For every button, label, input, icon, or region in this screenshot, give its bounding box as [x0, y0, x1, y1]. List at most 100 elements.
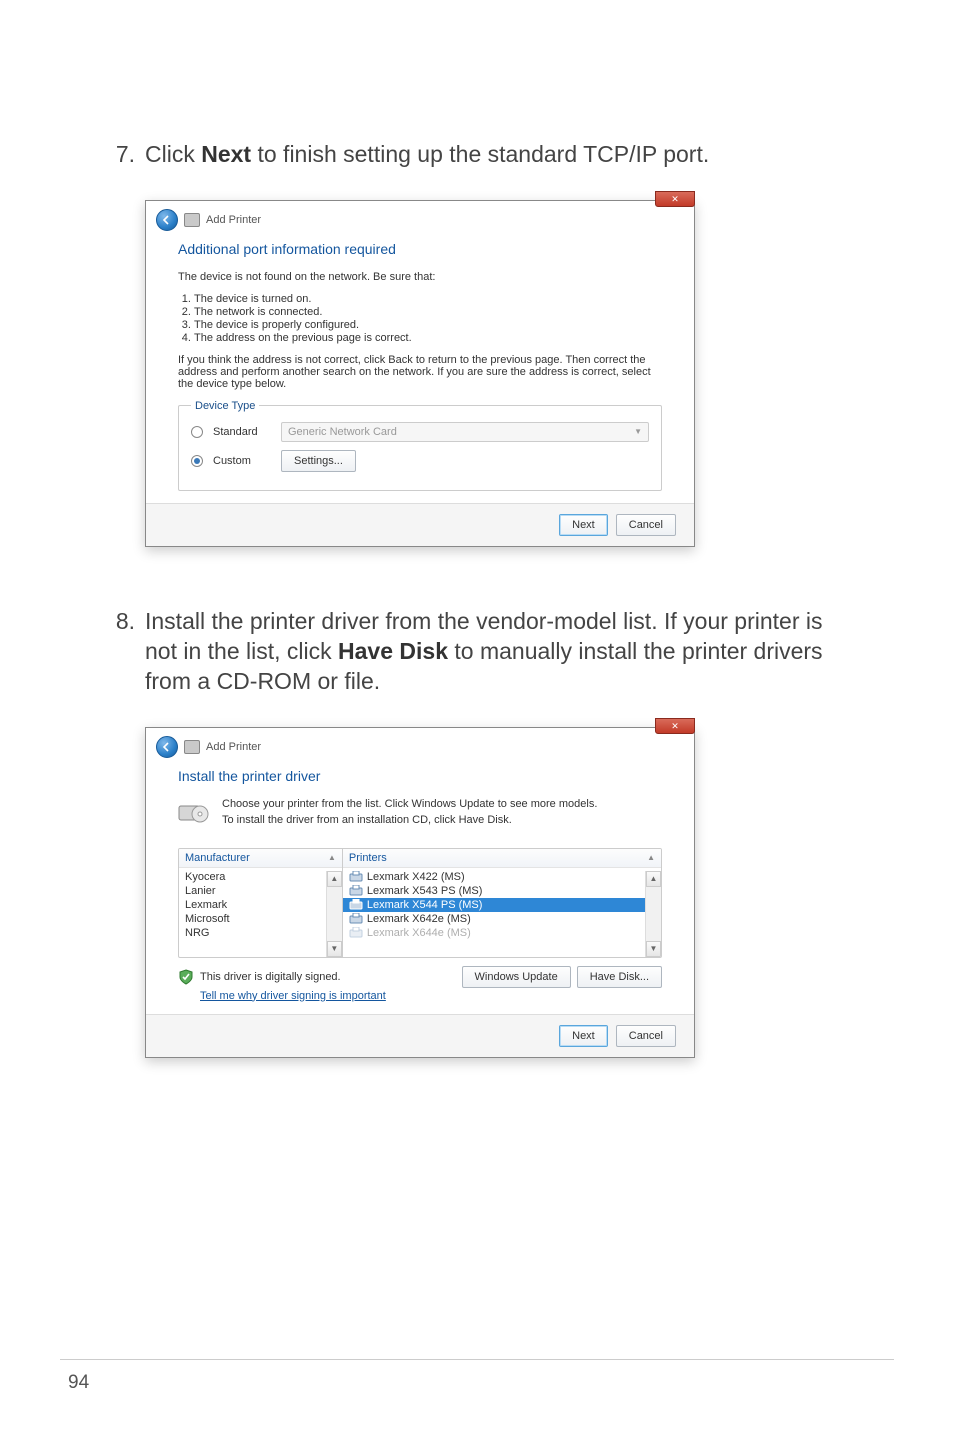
have-disk-button[interactable]: Have Disk... — [577, 966, 662, 988]
step-number: 8. — [105, 607, 135, 697]
item-label: Lanier — [185, 885, 216, 897]
radio-custom-label: Custom — [213, 455, 271, 467]
manufacturer-list[interactable]: Manufacturer ▲ Kyocera Lanier Lexmark Mi… — [179, 849, 343, 957]
chevron-down-icon: ▼ — [634, 427, 642, 436]
why-signing-link[interactable]: Tell me why driver signing is important — [200, 990, 662, 1002]
radio-row-standard: Standard Generic Network Card ▼ — [191, 422, 649, 442]
dialog-header: Add Printer — [146, 201, 694, 235]
add-printer-dialog-port: ✕ Add Printer Additional port informatio… — [145, 200, 695, 547]
scrollbar[interactable]: ▲ ▼ — [645, 871, 661, 957]
radio-row-custom: Custom Settings... — [191, 450, 649, 472]
radio-standard[interactable] — [191, 426, 203, 438]
dialog-body: Install the printer driver Choose your p… — [146, 762, 694, 1014]
list-item[interactable]: Lexmark X422 (MS) — [343, 870, 661, 884]
step7-bold: Next — [201, 141, 251, 167]
close-button[interactable]: ✕ — [655, 191, 695, 207]
list-item[interactable]: Microsoft — [179, 912, 342, 926]
item-label: Lexmark X543 PS (MS) — [367, 885, 483, 897]
driver-lists: Manufacturer ▲ Kyocera Lanier Lexmark Mi… — [178, 848, 662, 958]
item-label: Lexmark X544 PS (MS) — [367, 899, 483, 911]
dialog-body: Additional port information required The… — [146, 235, 694, 503]
dialog-heading: Install the printer driver — [178, 768, 662, 784]
dialog-title: Add Printer — [206, 741, 261, 753]
item-label: Microsoft — [185, 913, 230, 925]
dialog-footer: Next Cancel — [146, 503, 694, 546]
standard-combo[interactable]: Generic Network Card ▼ — [281, 422, 649, 442]
manuf-header-label: Manufacturer — [185, 852, 250, 864]
item-label: Kyocera — [185, 871, 225, 883]
signed-row: This driver is digitally signed. Windows… — [178, 966, 662, 988]
printer-item-icon — [349, 885, 363, 897]
list-item: The network is connected. — [194, 306, 662, 318]
dialog-text1: The device is not found on the network. … — [178, 271, 662, 283]
list-item: The device is turned on. — [194, 293, 662, 305]
dialog-title: Add Printer — [206, 214, 261, 226]
scroll-down-icon[interactable]: ▼ — [327, 941, 342, 957]
list-item[interactable]: Lexmark X644e (MS) — [343, 926, 661, 940]
item-label: NRG — [185, 927, 209, 939]
scroll-down-icon[interactable]: ▼ — [646, 941, 661, 957]
page-number: 94 — [68, 1372, 89, 1394]
footer-divider — [60, 1359, 894, 1360]
sort-asc-icon: ▲ — [328, 853, 336, 862]
list-item[interactable]: Lexmark X543 PS (MS) — [343, 884, 661, 898]
step7-text-before: Click — [145, 141, 201, 167]
back-button[interactable] — [156, 209, 178, 231]
item-label: Lexmark X644e (MS) — [367, 927, 471, 939]
signed-left: This driver is digitally signed. — [178, 969, 341, 985]
instruction-list: The device is turned on. The network is … — [194, 293, 662, 344]
radio-standard-label: Standard — [213, 426, 271, 438]
step-number: 7. — [105, 140, 135, 170]
printer-item-icon — [349, 899, 363, 911]
scrollbar[interactable]: ▲ ▼ — [326, 871, 342, 957]
list-item[interactable]: Lanier — [179, 884, 342, 898]
device-type-fieldset: Device Type Standard Generic Network Car… — [178, 400, 662, 491]
driver-info-row: Choose your printer from the list. Click… — [178, 798, 662, 836]
settings-button[interactable]: Settings... — [281, 450, 356, 472]
arrow-left-icon — [162, 215, 172, 225]
signed-buttons: Windows Update Have Disk... — [462, 966, 662, 988]
printer-item-icon — [349, 927, 363, 939]
close-button[interactable]: ✕ — [655, 718, 695, 734]
scroll-up-icon[interactable]: ▲ — [646, 871, 661, 887]
step-7: 7. Click Next to finish setting up the s… — [105, 140, 854, 170]
printers-list[interactable]: Printers ▲ Lexmark X422 (MS) Lexmark X54… — [343, 849, 661, 957]
manuf-body: Kyocera Lanier Lexmark Microsoft NRG — [179, 868, 342, 942]
add-printer-dialog-driver: ✕ Add Printer Install the printer driver — [145, 727, 695, 1058]
cancel-button[interactable]: Cancel — [616, 1025, 676, 1047]
printer-item-icon — [349, 913, 363, 925]
next-button[interactable]: Next — [559, 1025, 608, 1047]
printers-body: Lexmark X422 (MS) Lexmark X543 PS (MS) L… — [343, 868, 661, 942]
list-item[interactable]: Lexmark X642e (MS) — [343, 912, 661, 926]
list-header-manuf[interactable]: Manufacturer ▲ — [179, 849, 342, 868]
signed-text: This driver is digitally signed. — [200, 971, 341, 983]
printer-item-icon — [349, 871, 363, 883]
step8-bold: Have Disk — [338, 638, 448, 664]
step-text: Install the printer driver from the vend… — [145, 607, 854, 697]
shield-check-icon — [178, 969, 194, 985]
item-label: Lexmark X422 (MS) — [367, 871, 465, 883]
scroll-up-icon[interactable]: ▲ — [327, 871, 342, 887]
printer-icon — [184, 740, 200, 754]
dialog-header: Add Printer — [146, 728, 694, 762]
windows-update-button[interactable]: Windows Update — [462, 966, 571, 988]
radio-custom[interactable] — [191, 455, 203, 467]
next-button[interactable]: Next — [559, 514, 608, 536]
list-header-printers[interactable]: Printers ▲ — [343, 849, 661, 868]
arrow-left-icon — [162, 742, 172, 752]
back-button[interactable] — [156, 736, 178, 758]
dialog2-wrap: ✕ Add Printer Install the printer driver — [145, 727, 854, 1058]
printer-icon — [184, 213, 200, 227]
disc-printer-icon — [178, 798, 210, 824]
list-item-selected[interactable]: Lexmark X544 PS (MS) — [343, 898, 661, 912]
item-label: Lexmark X642e (MS) — [367, 913, 471, 925]
combo-value: Generic Network Card — [288, 426, 397, 438]
sort-asc-icon: ▲ — [647, 853, 655, 862]
list-item[interactable]: Lexmark — [179, 898, 342, 912]
list-item[interactable]: NRG — [179, 926, 342, 940]
step-8: 8. Install the printer driver from the v… — [105, 607, 854, 697]
list-item: The address on the previous page is corr… — [194, 332, 662, 344]
cancel-button[interactable]: Cancel — [616, 514, 676, 536]
list-item[interactable]: Kyocera — [179, 870, 342, 884]
printers-header-label: Printers — [349, 852, 387, 864]
